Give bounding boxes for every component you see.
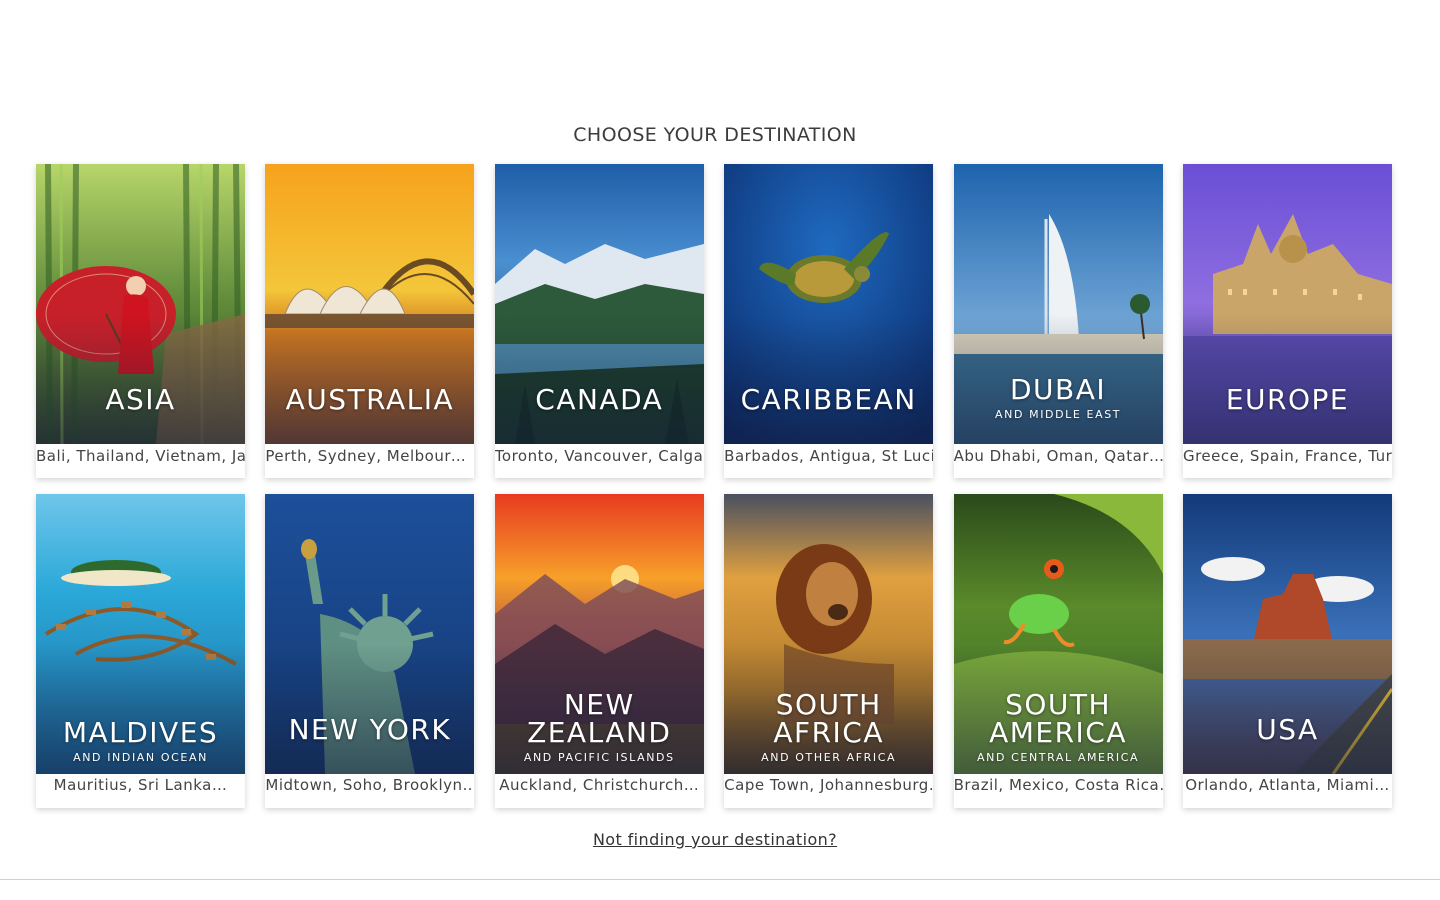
destination-card-maldives[interactable]: MALDIVES AND INDIAN OCEAN Mauritius, Sri…	[36, 494, 245, 808]
card-label: EUROPE	[1183, 164, 1392, 444]
destination-places: Mauritius, Sri Lanka…	[53, 776, 228, 794]
destination-card-south-africa[interactable]: SOUTH AFRICA AND OTHER AFRICA Cape Town,…	[724, 494, 934, 808]
destination-places: Barbados, Antigua, St Lucia	[724, 447, 934, 465]
destination-places: Midtown, Soho, Brooklyn…	[265, 776, 475, 794]
card-label: NEW ZEALAND AND PACIFIC ISLANDS	[495, 494, 704, 774]
card-label: SOUTH AMERICA AND CENTRAL AMERICA	[954, 494, 1163, 774]
destination-card-south-america[interactable]: SOUTH AMERICA AND CENTRAL AMERICA Brazil…	[953, 494, 1163, 808]
destination-name: MALDIVES	[62, 716, 219, 749]
destination-name: AUSTRALIA	[285, 383, 455, 416]
destination-name: USA	[1256, 713, 1319, 746]
footer-divider	[0, 879, 1440, 880]
destination-places: Abu Dhabi, Oman, Qatar…	[953, 447, 1163, 465]
card-label: USA	[1183, 494, 1392, 774]
card-label: SOUTH AFRICA AND OTHER AFRICA	[724, 494, 933, 774]
destination-places: Cape Town, Johannesburg…	[724, 776, 934, 794]
destination-image-new-york: NEW YORK	[265, 494, 475, 774]
card-label: NEW YORK	[265, 494, 474, 774]
destination-card-new-zealand[interactable]: NEW ZEALAND AND PACIFIC ISLANDS Auckland…	[494, 494, 704, 808]
destination-page: CHOOSE YOUR DESTINATION ASIA Bali, Thail…	[0, 0, 1440, 900]
destination-grid: ASIA Bali, Thailand, Vietnam, Japan	[36, 164, 1392, 808]
destination-card-europe[interactable]: EUROPE Greece, Spain, France, Turkey	[1182, 164, 1392, 478]
destination-image-caribbean: CARIBBEAN	[724, 164, 934, 444]
destination-card-caribbean[interactable]: CARIBBEAN Barbados, Antigua, St Lucia	[724, 164, 934, 478]
card-label: AUSTRALIA	[265, 164, 474, 444]
destination-subtitle: AND MIDDLE EAST	[994, 408, 1122, 421]
destination-places: Auckland, Christchurch…	[499, 776, 700, 794]
destination-subtitle: AND CENTRAL AMERICA	[977, 751, 1140, 764]
destination-places: Perth, Sydney, Melbourne…	[265, 447, 475, 465]
destination-name: NEW YORK	[288, 713, 452, 746]
destination-subtitle: AND INDIAN OCEAN	[73, 751, 208, 764]
destination-card-asia[interactable]: ASIA Bali, Thailand, Vietnam, Japan	[36, 164, 245, 478]
destination-name: NEW ZEALAND	[527, 688, 672, 749]
destination-card-usa[interactable]: USA Orlando, Atlanta, Miami…	[1182, 494, 1392, 808]
destination-places: Toronto, Vancouver, Calgary	[494, 447, 704, 465]
destination-name: ASIA	[105, 383, 176, 416]
destination-image-dubai: DUBAI AND MIDDLE EAST	[953, 164, 1163, 444]
destination-name: CARIBBEAN	[740, 383, 917, 416]
destination-card-new-york[interactable]: NEW YORK Midtown, Soho, Brooklyn…	[265, 494, 475, 808]
destination-image-australia: AUSTRALIA	[265, 164, 475, 444]
destination-card-dubai[interactable]: DUBAI AND MIDDLE EAST Abu Dhabi, Oman, Q…	[953, 164, 1163, 478]
destination-image-europe: EUROPE	[1182, 164, 1392, 444]
not-finding-container: Not finding your destination?	[0, 830, 1430, 849]
not-finding-destination-link[interactable]: Not finding your destination?	[593, 830, 837, 849]
destination-name: SOUTH AFRICA	[773, 688, 885, 749]
destination-subtitle: AND PACIFIC ISLANDS	[523, 751, 675, 764]
destination-card-australia[interactable]: AUSTRALIA Perth, Sydney, Melbourne…	[265, 164, 475, 478]
destination-name: CANADA	[535, 383, 664, 416]
card-label: DUBAI AND MIDDLE EAST	[954, 164, 1163, 444]
destination-places: Bali, Thailand, Vietnam, Japan	[36, 447, 245, 465]
destination-places: Orlando, Atlanta, Miami…	[1185, 776, 1390, 794]
destination-card-canada[interactable]: CANADA Toronto, Vancouver, Calgary	[494, 164, 704, 478]
destination-places: Brazil, Mexico, Costa Rica…	[953, 776, 1163, 794]
destination-subtitle: AND OTHER AFRICA	[761, 751, 897, 764]
destination-image-usa: USA	[1182, 494, 1392, 774]
destination-image-maldives: MALDIVES AND INDIAN OCEAN	[36, 494, 245, 774]
section-title: CHOOSE YOUR DESTINATION	[573, 124, 857, 146]
card-label: MALDIVES AND INDIAN OCEAN	[36, 494, 245, 774]
card-label: CARIBBEAN	[724, 164, 933, 444]
card-label: ASIA	[36, 164, 245, 444]
destination-image-south-africa: SOUTH AFRICA AND OTHER AFRICA	[724, 494, 934, 774]
destination-image-south-america: SOUTH AMERICA AND CENTRAL AMERICA	[953, 494, 1163, 774]
destination-name: DUBAI	[1009, 373, 1107, 406]
destination-name: SOUTH AMERICA	[989, 688, 1128, 749]
card-label: CANADA	[495, 164, 704, 444]
destination-name: EUROPE	[1225, 383, 1350, 416]
destination-image-asia: ASIA	[36, 164, 245, 444]
destination-places: Greece, Spain, France, Turkey	[1182, 447, 1392, 465]
destination-image-new-zealand: NEW ZEALAND AND PACIFIC ISLANDS	[494, 494, 704, 774]
destination-image-canada: CANADA	[494, 164, 704, 444]
